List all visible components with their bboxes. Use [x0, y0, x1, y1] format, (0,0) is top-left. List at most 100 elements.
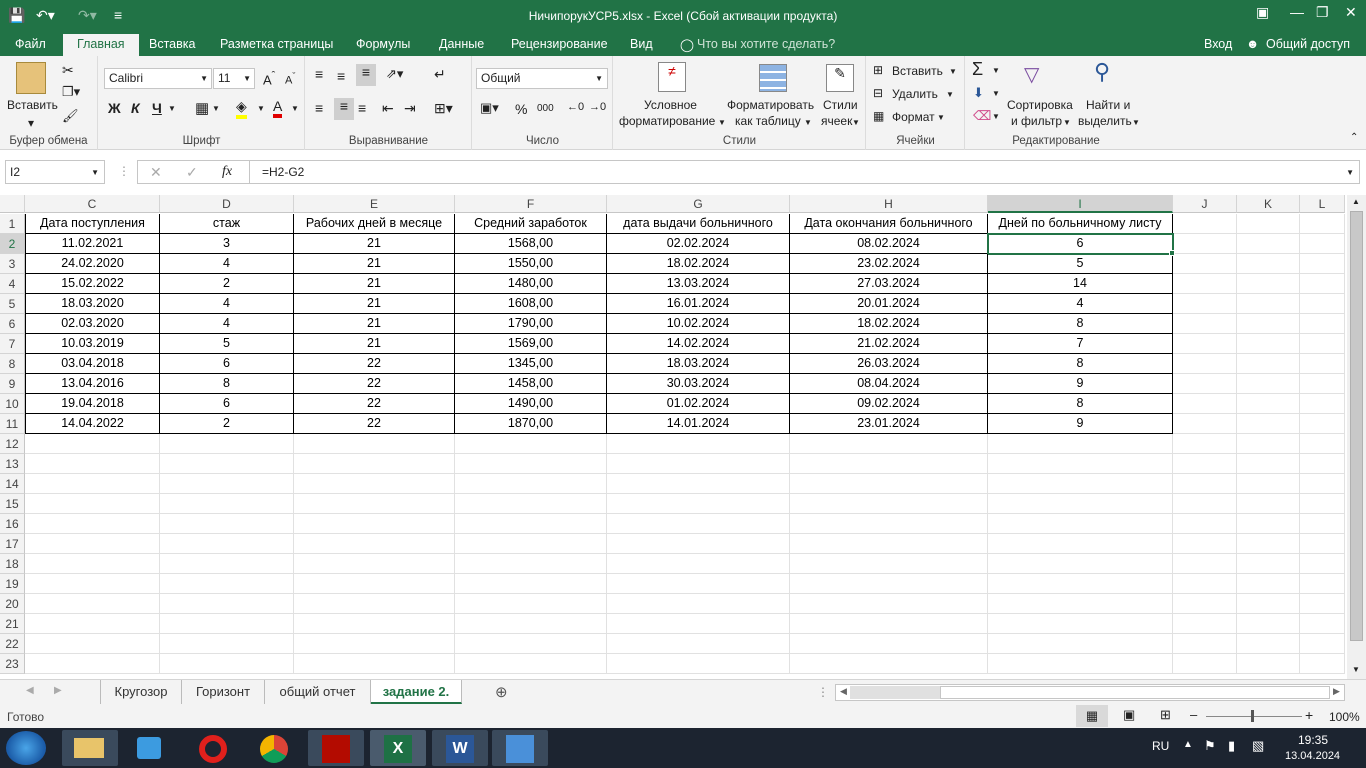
row-header[interactable]: 22: [0, 634, 25, 654]
empty-cell[interactable]: [1300, 294, 1345, 314]
empty-cell[interactable]: [988, 574, 1173, 594]
table-cell[interactable]: 22: [294, 394, 455, 414]
page-layout-view-icon[interactable]: ▣: [1123, 707, 1135, 723]
select-all-corner[interactable]: [0, 195, 25, 213]
empty-cell[interactable]: [294, 514, 455, 534]
row-header[interactable]: 17: [0, 534, 25, 554]
table-cell[interactable]: 4: [160, 314, 294, 334]
empty-cell[interactable]: [1237, 214, 1300, 234]
sheet-tab-zadanie-2[interactable]: задание 2.: [371, 680, 462, 704]
find-icon[interactable]: ⚲: [1094, 59, 1110, 85]
table-cell[interactable]: 9: [988, 374, 1173, 394]
empty-cell[interactable]: [988, 634, 1173, 654]
empty-cell[interactable]: [607, 434, 790, 454]
empty-cell[interactable]: [607, 474, 790, 494]
zoom-in-icon[interactable]: +: [1305, 707, 1313, 723]
tab-review[interactable]: Рецензирование: [511, 37, 608, 51]
empty-cell[interactable]: [1173, 474, 1237, 494]
chevron-down-icon[interactable]: ▼: [992, 66, 1000, 75]
prev-sheet-icon[interactable]: ◀: [26, 685, 34, 696]
paste-dropdown-icon[interactable]: ▾: [28, 116, 34, 130]
paste-icon[interactable]: [16, 62, 46, 94]
empty-cell[interactable]: [1237, 334, 1300, 354]
empty-cell[interactable]: [988, 434, 1173, 454]
format-painter-icon[interactable]: 🖌: [62, 108, 79, 124]
add-sheet-icon[interactable]: ⊕: [495, 683, 508, 701]
empty-cell[interactable]: [294, 434, 455, 454]
empty-cell[interactable]: [1300, 334, 1345, 354]
column-header-l[interactable]: L: [1300, 195, 1345, 213]
table-cell[interactable]: 02.03.2020: [25, 314, 160, 334]
acrobat-icon[interactable]: [308, 730, 364, 766]
column-header-h[interactable]: H: [790, 195, 988, 213]
empty-cell[interactable]: [25, 654, 160, 674]
share-button[interactable]: Общий доступ: [1266, 37, 1350, 51]
scroll-down-icon[interactable]: ▼: [1352, 665, 1360, 674]
row-header[interactable]: 18: [0, 554, 25, 574]
table-cell[interactable]: 02.02.2024: [607, 234, 790, 254]
empty-cell[interactable]: [790, 494, 988, 514]
table-cell[interactable]: 21: [294, 334, 455, 354]
table-cell[interactable]: 21: [294, 314, 455, 334]
align-right-icon[interactable]: ≡: [358, 100, 366, 116]
empty-cell[interactable]: [455, 574, 607, 594]
clear-icon[interactable]: ⌫: [973, 108, 991, 124]
sort-filter-button[interactable]: Сортировка: [1007, 98, 1073, 112]
format-as-table-button[interactable]: Форматировать: [727, 98, 814, 112]
empty-cell[interactable]: [988, 614, 1173, 634]
empty-cell[interactable]: [1173, 414, 1237, 434]
shrink-font-icon[interactable]: Aˇ: [285, 71, 295, 87]
empty-cell[interactable]: [1173, 594, 1237, 614]
flag-icon[interactable]: ⚑: [1204, 738, 1216, 754]
empty-cell[interactable]: [455, 634, 607, 654]
row-header[interactable]: 8: [0, 354, 25, 374]
empty-cell[interactable]: [1237, 254, 1300, 274]
empty-cell[interactable]: [25, 614, 160, 634]
empty-cell[interactable]: [1237, 414, 1300, 434]
name-box[interactable]: I2 ▼: [5, 160, 105, 184]
empty-cell[interactable]: [455, 494, 607, 514]
empty-cell[interactable]: [790, 654, 988, 674]
empty-cell[interactable]: [1300, 614, 1345, 634]
empty-cell[interactable]: [1237, 354, 1300, 374]
restore-icon[interactable]: ❐: [1316, 4, 1329, 21]
empty-cell[interactable]: [607, 494, 790, 514]
table-cell[interactable]: 10.03.2019: [25, 334, 160, 354]
empty-cell[interactable]: [1173, 494, 1237, 514]
row-header[interactable]: 10: [0, 394, 25, 414]
empty-cell[interactable]: [607, 634, 790, 654]
language-indicator[interactable]: RU: [1152, 739, 1169, 753]
empty-cell[interactable]: [25, 514, 160, 534]
header-cell[interactable]: дата выдачи больничного: [607, 214, 790, 234]
empty-cell[interactable]: [1237, 294, 1300, 314]
table-cell[interactable]: 18.03.2020: [25, 294, 160, 314]
font-size-select[interactable]: 11 ▼: [213, 68, 255, 89]
format-as-table-button-2[interactable]: как таблицу: [735, 114, 801, 128]
column-header-g[interactable]: G: [607, 195, 790, 213]
empty-cell[interactable]: [25, 534, 160, 554]
empty-cell[interactable]: [25, 494, 160, 514]
row-header[interactable]: 23: [0, 654, 25, 674]
empty-cell[interactable]: [1173, 514, 1237, 534]
table-cell[interactable]: 21.02.2024: [790, 334, 988, 354]
header-cell[interactable]: Рабочих дней в месяце: [294, 214, 455, 234]
row-header[interactable]: 21: [0, 614, 25, 634]
empty-cell[interactable]: [1300, 534, 1345, 554]
zoom-out-icon[interactable]: –: [1190, 707, 1197, 722]
table-cell[interactable]: 15.02.2022: [25, 274, 160, 294]
table-cell[interactable]: 13.04.2016: [25, 374, 160, 394]
column-header-f[interactable]: F: [455, 195, 607, 213]
empty-cell[interactable]: [25, 474, 160, 494]
empty-cell[interactable]: [790, 634, 988, 654]
empty-cell[interactable]: [1237, 574, 1300, 594]
table-cell[interactable]: 27.03.2024: [790, 274, 988, 294]
empty-cell[interactable]: [607, 554, 790, 574]
empty-cell[interactable]: [607, 654, 790, 674]
empty-cell[interactable]: [455, 614, 607, 634]
table-cell[interactable]: 1480,00: [455, 274, 607, 294]
empty-cell[interactable]: [1237, 514, 1300, 534]
format-cells-button[interactable]: Формат: [892, 110, 935, 124]
chevron-down-icon[interactable]: ▼: [212, 104, 220, 113]
table-cell[interactable]: 1608,00: [455, 294, 607, 314]
empty-cell[interactable]: [455, 454, 607, 474]
